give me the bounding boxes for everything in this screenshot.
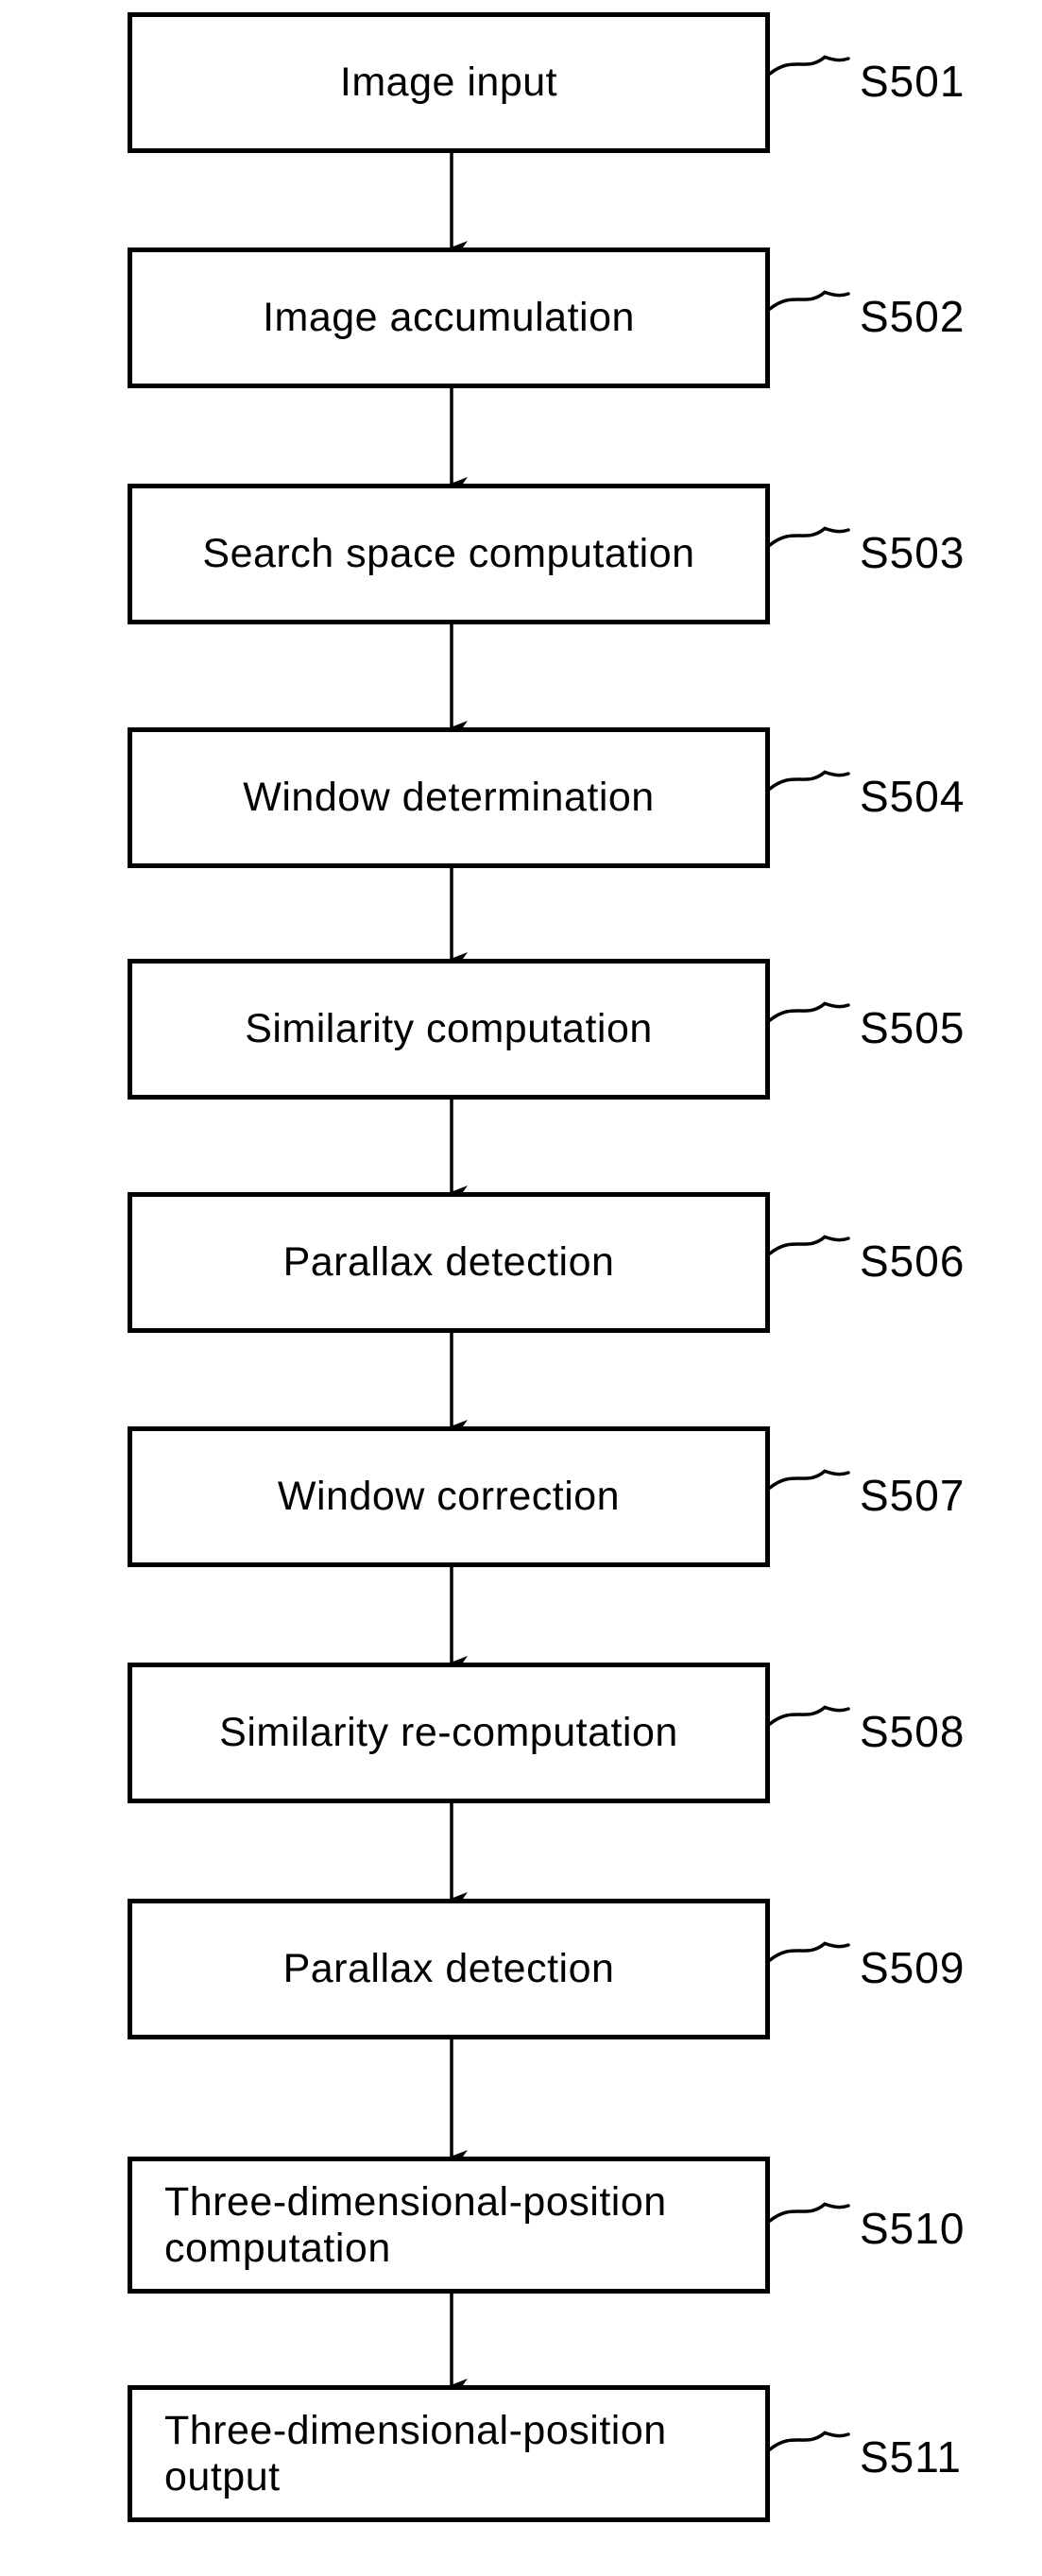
process-box-label: Window determination — [243, 775, 655, 821]
process-box-s504: Window determination — [128, 727, 770, 868]
process-box-label: Window correction — [277, 1474, 621, 1520]
process-box-s503: Search space computation — [128, 484, 770, 624]
leader-line-s501 — [768, 55, 850, 76]
process-box-label: Similarity computation — [245, 1006, 653, 1052]
process-box-s509: Parallax detection — [128, 1899, 770, 2039]
process-box-s502: Image accumulation — [128, 247, 770, 388]
process-box-label: Parallax detection — [282, 1239, 615, 1286]
leader-line-s510 — [768, 2202, 850, 2223]
process-box-s510: Three-dimensional-position computation — [128, 2157, 770, 2294]
process-box-label: Image accumulation — [263, 295, 635, 341]
leader-line-s503 — [768, 526, 850, 547]
leader-line-s506 — [768, 1235, 850, 1255]
step-reference-s502: S502 — [860, 292, 965, 341]
process-box-s505: Similarity computation — [128, 959, 770, 1100]
process-box-s506: Parallax detection — [128, 1192, 770, 1333]
leader-line-s505 — [768, 1001, 850, 1022]
flowchart-figure: Image input Image accumulation Search spac… — [0, 0, 1042, 2576]
process-box-s507: Window correction — [128, 1426, 770, 1567]
process-box-s501: Image input — [128, 12, 770, 153]
step-reference-s501: S501 — [860, 57, 965, 106]
process-box-s508: Similarity re-computation — [128, 1663, 770, 1803]
leader-line-s502 — [768, 290, 850, 311]
leader-line-s507 — [768, 1469, 850, 1490]
step-reference-s505: S505 — [860, 1003, 965, 1052]
leader-line-s511 — [768, 2431, 850, 2451]
process-box-label: Three-dimensional-position computation — [164, 2179, 667, 2271]
step-reference-s509: S509 — [860, 1943, 965, 1992]
step-reference-s507: S507 — [860, 1471, 965, 1520]
process-box-label: Similarity re-computation — [219, 1710, 678, 1756]
process-box-label: Search space computation — [202, 531, 695, 577]
step-reference-s511: S511 — [860, 2432, 963, 2482]
process-box-label: Parallax detection — [282, 1946, 615, 1992]
leader-line-s504 — [768, 770, 850, 791]
leader-line-s509 — [768, 1941, 850, 1962]
process-box-s511: Three-dimensional-position output — [128, 2385, 770, 2522]
leader-line-s508 — [768, 1705, 850, 1726]
step-reference-s504: S504 — [860, 772, 965, 821]
step-reference-s508: S508 — [860, 1707, 965, 1756]
step-reference-s503: S503 — [860, 528, 965, 577]
step-reference-s506: S506 — [860, 1237, 965, 1286]
process-box-label: Image input — [339, 60, 558, 106]
step-reference-s510: S510 — [860, 2204, 965, 2253]
process-box-label: Three-dimensional-position output — [164, 2408, 667, 2499]
leader-lines — [768, 55, 850, 2451]
